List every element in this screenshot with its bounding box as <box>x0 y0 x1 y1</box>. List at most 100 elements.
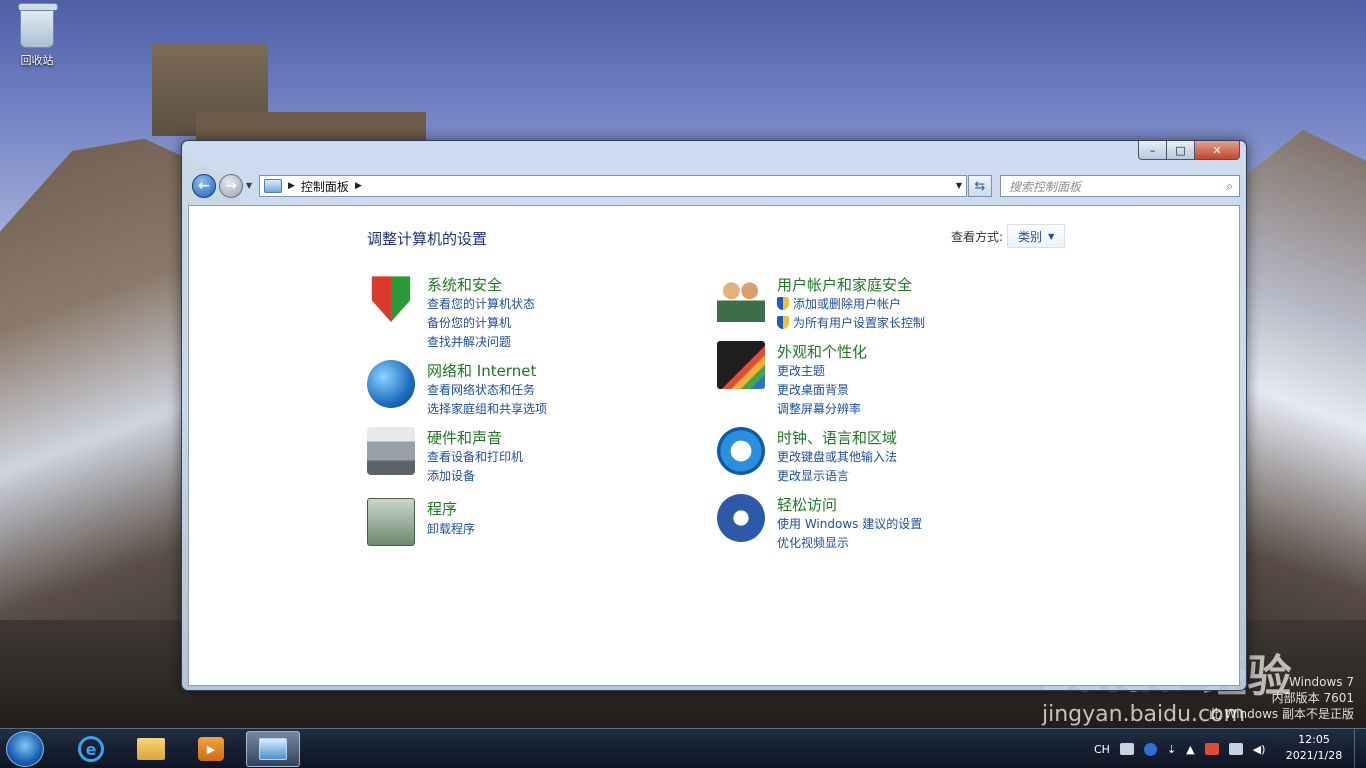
view-by-value: 类别 <box>1018 229 1043 244</box>
control-panel-window: – □ ✕ ← → ▼ ▶ 控制面板 ▶ ▼ ⇆ 搜索控制面板 ⌕ 调整计算机的… <box>181 140 1247 691</box>
breadcrumb-separator-icon[interactable]: ▶ <box>355 181 362 191</box>
page-title: 调整计算机的设置 <box>367 230 488 248</box>
refresh-icon: ⇆ <box>974 178 986 194</box>
taskbar-control-panel[interactable] <box>246 731 300 767</box>
link-text: 为所有用户设置家长控制 <box>793 316 926 330</box>
recycle-bin-icon <box>18 3 58 48</box>
link-change-theme[interactable]: 更改主题 <box>777 362 825 379</box>
search-box[interactable]: 搜索控制面板 ⌕ <box>1000 175 1240 197</box>
forward-button[interactable]: → <box>219 174 243 198</box>
start-button[interactable] <box>6 731 44 767</box>
link-keyboard-input[interactable]: 更改键盘或其他输入法 <box>777 448 897 465</box>
clock[interactable]: 12:05 2021/1/28 <box>1278 732 1350 764</box>
category-title[interactable]: 网络和 Internet <box>427 360 536 381</box>
shield-icon[interactable] <box>371 276 411 322</box>
uac-shield-icon <box>777 297 789 310</box>
back-arrow-icon: ← <box>198 178 210 194</box>
link-uninstall-program[interactable]: 卸载程序 <box>427 520 475 537</box>
category-ease-of-access: 轻松访问 使用 Windows 建议的设置 优化视频显示 <box>717 494 1037 564</box>
desktop-icon-recycle-bin[interactable]: 回收站 <box>12 3 62 68</box>
address-dropdown-icon[interactable]: ▼ <box>956 181 962 190</box>
link-optimize-video[interactable]: 优化视频显示 <box>777 534 849 551</box>
content-pane: 调整计算机的设置 查看方式: 类别 ▼ 系统和安全 查看您的计算机状态 备份您的… <box>188 205 1240 686</box>
category-system-security: 系统和安全 查看您的计算机状态 备份您的计算机 查找并解决问题 <box>367 274 687 349</box>
recent-pages-dropdown[interactable]: ▼ <box>246 181 252 190</box>
help-icon[interactable] <box>1143 742 1157 756</box>
wallpaper-wall <box>196 112 426 142</box>
desktop-icon-label: 回收站 <box>20 54 54 67</box>
category-appearance: 外观和个性化 更改主题 更改桌面背景 调整屏幕分辨率 <box>717 341 1037 416</box>
link-text: 添加或删除用户帐户 <box>793 297 902 311</box>
category-title[interactable]: 用户帐户和家庭安全 <box>777 274 912 295</box>
link-network-status[interactable]: 查看网络状态和任务 <box>427 381 535 398</box>
navigation-bar: ← → ▼ ▶ 控制面板 ▶ ▼ ⇆ 搜索控制面板 ⌕ <box>189 173 1241 199</box>
folder-icon <box>137 738 165 760</box>
clock-globe-icon[interactable] <box>717 427 765 475</box>
clock-date: 2021/1/28 <box>1285 749 1343 762</box>
link-add-device[interactable]: 添加设备 <box>427 467 475 484</box>
monitor-icon[interactable] <box>717 341 765 389</box>
refresh-button[interactable]: ⇆ <box>968 175 992 197</box>
network-globe-icon[interactable] <box>367 360 415 408</box>
window-controls: – □ ✕ <box>1138 141 1240 161</box>
category-network-internet: 网络和 Internet 查看网络状态和任务 选择家庭组和共享选项 <box>367 360 687 430</box>
media-player-icon: ▶ <box>198 737 224 761</box>
volume-icon[interactable]: ◀) <box>1253 743 1266 756</box>
view-by: 查看方式: 类别 ▼ <box>951 224 1066 248</box>
network-icon[interactable] <box>1228 743 1243 755</box>
show-desktop-button[interactable] <box>1354 729 1366 768</box>
printer-icon[interactable] <box>367 427 415 475</box>
link-display-language[interactable]: 更改显示语言 <box>777 467 849 484</box>
taskbar-media-player[interactable]: ▶ <box>184 731 238 767</box>
back-button[interactable]: ← <box>192 174 216 198</box>
category-programs: 程序 卸载程序 <box>367 498 687 568</box>
category-hardware-sound: 硬件和声音 查看设备和打印机 添加设备 <box>367 427 687 497</box>
keyboard-icon[interactable] <box>1119 743 1134 755</box>
link-view-computer-status[interactable]: 查看您的计算机状态 <box>427 295 535 312</box>
link-homegroup-sharing[interactable]: 选择家庭组和共享选项 <box>427 400 547 417</box>
forward-arrow-icon: → <box>225 178 237 194</box>
show-hidden-icons-icon[interactable]: ▲ <box>1186 743 1194 756</box>
control-panel-icon <box>264 179 282 193</box>
address-bar[interactable]: ▶ 控制面板 ▶ ▼ <box>259 175 967 197</box>
view-by-label: 查看方式: <box>951 229 1004 244</box>
search-icon[interactable]: ⌕ <box>1226 179 1233 194</box>
category-clock-language: 时钟、语言和区域 更改键盘或其他输入法 更改显示语言 <box>717 427 1037 497</box>
link-recommended-settings[interactable]: 使用 Windows 建议的设置 <box>777 515 922 532</box>
users-icon[interactable] <box>717 274 765 322</box>
link-parental-controls[interactable]: 为所有用户设置家长控制 <box>777 314 925 331</box>
view-by-dropdown[interactable]: 类别 ▼ <box>1007 224 1066 248</box>
taskbar-internet-explorer[interactable]: e <box>64 731 118 767</box>
action-center-flag-icon[interactable] <box>1204 743 1219 755</box>
link-backup-computer[interactable]: 备份您的计算机 <box>427 314 511 331</box>
close-button[interactable]: ✕ <box>1194 141 1240 160</box>
link-devices-printers[interactable]: 查看设备和打印机 <box>427 448 523 465</box>
link-desktop-background[interactable]: 更改桌面背景 <box>777 381 849 398</box>
link-add-remove-accounts[interactable]: 添加或删除用户帐户 <box>777 295 901 312</box>
taskbar-windows-explorer[interactable] <box>124 731 178 767</box>
uac-shield-icon <box>777 316 789 329</box>
maximize-button[interactable]: □ <box>1166 141 1194 160</box>
category-title[interactable]: 硬件和声音 <box>427 427 502 448</box>
category-user-accounts: 用户帐户和家庭安全 添加或删除用户帐户 为所有用户设置家长控制 <box>717 274 1037 344</box>
minimize-button[interactable]: – <box>1138 141 1166 160</box>
breadcrumb-separator-icon[interactable]: ▶ <box>288 181 295 191</box>
link-screen-resolution[interactable]: 调整屏幕分辨率 <box>777 400 861 417</box>
chevron-down-icon: ▼ <box>1048 231 1055 241</box>
search-input[interactable]: 搜索控制面板 <box>1009 178 1081 195</box>
internet-explorer-icon: e <box>78 736 104 762</box>
system-tray: CH ⇣ ▲ ◀) <box>1094 737 1275 761</box>
ease-of-access-icon[interactable] <box>717 494 765 542</box>
programs-icon[interactable] <box>367 498 415 546</box>
pin-icon[interactable]: ⇣ <box>1167 743 1176 756</box>
clock-time: 12:05 <box>1298 733 1330 746</box>
category-title[interactable]: 时钟、语言和区域 <box>777 427 897 448</box>
category-title[interactable]: 轻松访问 <box>777 494 837 515</box>
taskbar: e ▶ CH ⇣ ▲ ◀) 12:05 2021/1/28 <box>0 728 1366 768</box>
input-language-indicator[interactable]: CH <box>1094 743 1110 756</box>
link-troubleshoot[interactable]: 查找并解决问题 <box>427 333 511 350</box>
category-title[interactable]: 系统和安全 <box>427 274 502 295</box>
category-title[interactable]: 外观和个性化 <box>777 341 867 362</box>
breadcrumb-control-panel[interactable]: 控制面板 <box>301 178 349 195</box>
category-title[interactable]: 程序 <box>427 498 457 519</box>
